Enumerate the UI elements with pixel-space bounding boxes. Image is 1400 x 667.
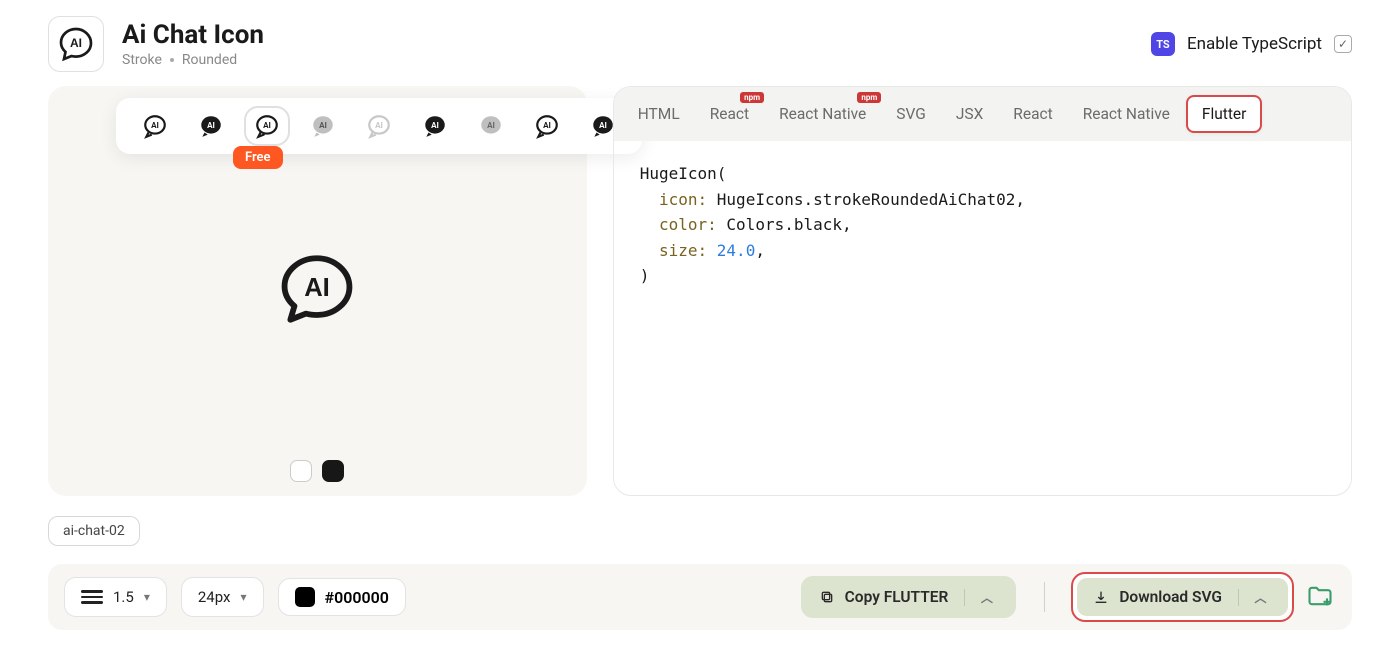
color-picker[interactable]: #000000 (278, 578, 406, 616)
ai-chat-icon: AI (58, 26, 94, 62)
svg-text:AI: AI (375, 120, 383, 130)
chevron-up-icon: ︿ (981, 589, 993, 606)
typescript-label: Enable TypeScript (1187, 34, 1322, 54)
color-hex: #000000 (325, 588, 389, 607)
variant-solid-2[interactable]: AI (414, 108, 456, 144)
copy-dropdown[interactable]: ︿ (964, 589, 998, 606)
variant-bulk[interactable]: AI (302, 108, 344, 144)
download-button-group: Download SVG ︿ (1073, 574, 1292, 620)
copy-flutter-button[interactable]: Copy FLUTTER ︿ (801, 576, 1017, 618)
chevron-up-icon: ︿ (1254, 589, 1266, 606)
color-chip (295, 587, 315, 607)
bottom-toolbar: 1.5 ▾ 24px ▾ #000000 Copy FLUTTER ︿ Down… (48, 564, 1352, 630)
swatch-white[interactable] (290, 460, 312, 482)
typescript-badge: TS (1151, 32, 1175, 56)
svg-text:AI: AI (305, 274, 331, 302)
icon-logo: AI (48, 16, 104, 72)
add-to-collection-icon[interactable] (1306, 582, 1336, 612)
variant-stroke-rounded[interactable]: AI (246, 108, 288, 144)
large-preview-icon: AI (276, 248, 358, 334)
variant-duotone[interactable]: AI (358, 108, 400, 144)
tab-html[interactable]: HTML (624, 97, 694, 131)
variants-bar: AI AI AI AI AI AI AI AI (116, 98, 642, 154)
svg-text:AI: AI (599, 120, 607, 130)
copy-code-icon[interactable] (1307, 159, 1331, 183)
tab-flutter[interactable]: Flutter (1186, 95, 1263, 133)
chevron-down-icon: ▾ (240, 590, 246, 604)
variant-solid[interactable]: AI (190, 108, 232, 144)
download-icon (1093, 589, 1109, 605)
tab-react-2[interactable]: React (999, 97, 1066, 131)
svg-text:AI: AI (431, 120, 439, 130)
variant-twotone[interactable]: AI (470, 108, 512, 144)
code-snippet: HugeIcon( icon: HugeIcons.strokeRoundedA… (614, 141, 1351, 495)
npm-badge: npm (740, 92, 764, 103)
tab-react[interactable]: Reactnpm (696, 97, 763, 131)
code-tabs: HTML Reactnpm React Nativenpm SVG JSX Re… (614, 87, 1351, 141)
svg-text:AI: AI (207, 120, 215, 130)
chevron-down-icon: ▾ (144, 590, 150, 604)
icon-tag[interactable]: ai-chat-02 (48, 516, 140, 546)
download-svg-button[interactable]: Download SVG ︿ (1077, 578, 1288, 616)
svg-text:AI: AI (263, 120, 271, 130)
meta-rounded: Rounded (182, 52, 237, 68)
swatch-black[interactable] (322, 460, 344, 482)
svg-text:AI: AI (151, 120, 159, 130)
divider (1044, 582, 1045, 612)
typescript-checkbox[interactable]: ✓ (1334, 35, 1352, 53)
svg-text:AI: AI (319, 120, 327, 130)
preview-panel: AI AI AI AI AI AI AI AI (48, 86, 587, 496)
download-dropdown[interactable]: ︿ (1238, 589, 1272, 606)
variant-stroke[interactable]: AI (134, 108, 176, 144)
dot-separator (170, 58, 174, 62)
tab-react-native-2[interactable]: React Native (1069, 97, 1184, 131)
svg-text:AI: AI (487, 120, 495, 130)
meta-stroke: Stroke (122, 52, 162, 68)
code-panel: HTML Reactnpm React Nativenpm SVG JSX Re… (613, 86, 1352, 496)
tab-svg[interactable]: SVG (882, 97, 940, 131)
stroke-width-select[interactable]: 1.5 ▾ (64, 577, 167, 617)
size-select[interactable]: 24px ▾ (181, 577, 264, 617)
svg-text:AI: AI (543, 120, 551, 130)
tab-jsx[interactable]: JSX (942, 97, 997, 131)
color-swatches (290, 460, 344, 482)
variant-stroke-2[interactable]: AI (526, 108, 568, 144)
page-title: Ai Chat Icon (122, 20, 264, 50)
tab-react-native[interactable]: React Nativenpm (765, 97, 880, 131)
svg-text:AI: AI (70, 36, 82, 50)
copy-button-group: Copy FLUTTER ︿ (801, 576, 1017, 618)
copy-icon (819, 589, 835, 605)
stroke-lines-icon (81, 590, 103, 604)
free-badge: Free (233, 146, 283, 169)
npm-badge: npm (857, 92, 881, 103)
